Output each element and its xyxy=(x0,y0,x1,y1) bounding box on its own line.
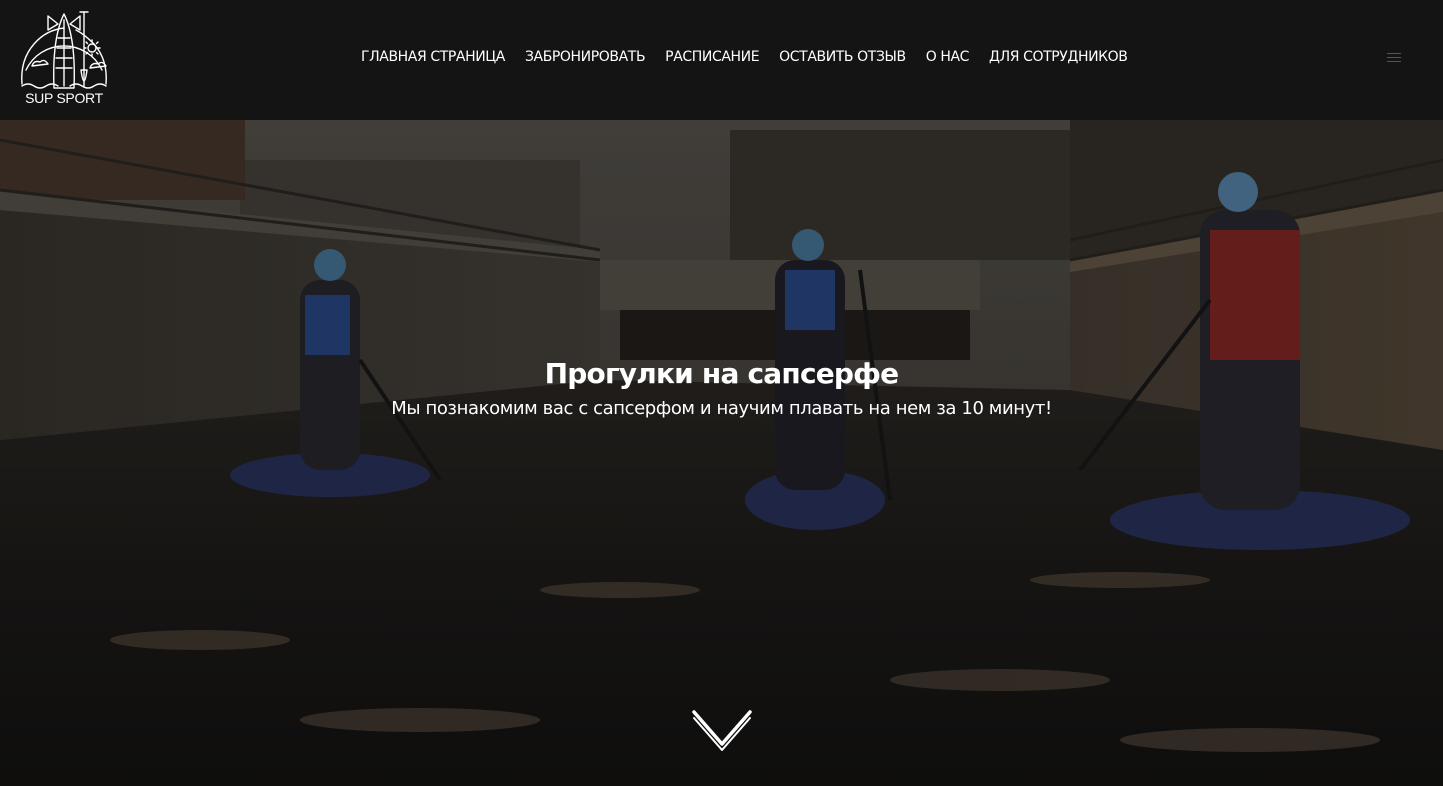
site-header: SUP SPORT ГЛАВНАЯ СТРАНИЦА ЗАБРОНИРОВАТЬ… xyxy=(0,0,1443,120)
chevron-down-icon xyxy=(692,710,752,751)
main-nav: ГЛАВНАЯ СТРАНИЦА ЗАБРОНИРОВАТЬ РАСПИСАНИ… xyxy=(361,49,1128,65)
nav-item-staff[interactable]: ДЛЯ СОТРУДНИКОВ xyxy=(989,49,1128,65)
hero-section: Прогулки на сапсерфе Мы познакомим вас с… xyxy=(0,120,1443,786)
nav-item-schedule[interactable]: РАСПИСАНИЕ xyxy=(665,49,759,65)
hero-dark-overlay xyxy=(0,120,1443,786)
nav-item-about[interactable]: О НАС xyxy=(926,49,970,65)
nav-item-home[interactable]: ГЛАВНАЯ СТРАНИЦА xyxy=(361,49,505,65)
nav-item-review[interactable]: ОСТАВИТЬ ОТЗЫВ xyxy=(779,49,906,65)
sup-paddle-logo-icon xyxy=(21,11,107,89)
nav-item-booking[interactable]: ЗАБРОНИРОВАТЬ xyxy=(525,49,646,65)
scroll-down-button[interactable] xyxy=(690,708,754,752)
logo[interactable]: SUP SPORT xyxy=(18,8,110,112)
logo-text: SUP SPORT xyxy=(25,90,103,106)
hero-title: Прогулки на сапсерфе xyxy=(544,357,900,390)
hero-subtitle: Мы познакомим вас с сапсерфом и научим п… xyxy=(391,398,1052,419)
hamburger-menu-icon[interactable] xyxy=(1387,53,1401,67)
